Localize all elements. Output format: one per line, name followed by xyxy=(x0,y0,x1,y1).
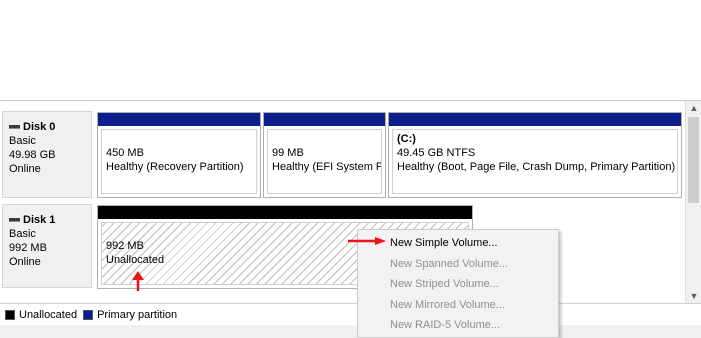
partition-recovery[interactable]: 450 MB Healthy (Recovery Partition) xyxy=(97,112,261,198)
partition-size: 99 MB xyxy=(272,147,304,159)
partition-status: Healthy (Recovery Partition) xyxy=(106,161,244,173)
legend-primary-label: Primary partition xyxy=(97,308,178,321)
partition-efi[interactable]: 99 MB Healthy (EFI System Pa xyxy=(263,112,386,198)
disk-icon xyxy=(9,218,20,222)
disk-1-name-text: Disk 1 xyxy=(23,214,56,226)
disk-0-status: Online xyxy=(9,163,41,175)
upper-volume-list-pane xyxy=(0,0,701,100)
scrollbar-thumb[interactable] xyxy=(688,117,699,203)
disk-icon xyxy=(9,125,20,129)
disk-1-status: Online xyxy=(9,256,41,268)
disk-1-type: Basic xyxy=(9,228,36,240)
menu-item-new-striped-volume[interactable]: New Striped Volume... xyxy=(358,274,558,295)
disk-1-name: Disk 1 xyxy=(9,213,91,227)
partition-size: 450 MB xyxy=(106,147,144,159)
vertical-scrollbar[interactable]: ▲ ▼ xyxy=(685,101,701,303)
disk-map-pane: Disk 0 Basic 49.98 GB Online 450 MB Heal… xyxy=(0,101,685,303)
legend-unallocated-label: Unallocated xyxy=(19,308,78,321)
menu-item-new-spanned-volume[interactable]: New Spanned Volume... xyxy=(358,254,558,275)
legend-bar: Unallocated Primary partition xyxy=(0,303,701,325)
disk-0-name: Disk 0 xyxy=(9,120,91,134)
menu-item-new-mirrored-volume[interactable]: New Mirrored Volume... xyxy=(358,295,558,316)
menu-item-new-simple-volume[interactable]: New Simple Volume... xyxy=(358,233,558,254)
legend-primary: Primary partition xyxy=(83,309,177,321)
legend-unallocated: Unallocated xyxy=(5,309,77,321)
menu-item-new-raid5-volume[interactable]: New RAID-5 Volume... xyxy=(358,315,558,336)
primary-partition-swatch xyxy=(83,309,94,320)
unallocated-swatch xyxy=(5,309,15,320)
partition-c-body: (C:) 49.45 GB NTFS Healthy (Boot, Page F… xyxy=(392,129,678,194)
chevron-down-icon[interactable]: ▼ xyxy=(686,289,701,303)
partition-color-bar xyxy=(389,113,681,126)
disk-0-size: 49.98 GB xyxy=(9,149,56,161)
disk-0-name-text: Disk 0 xyxy=(23,121,56,133)
partition-size: 49.45 GB NTFS xyxy=(397,147,476,159)
partition-status: Healthy (EFI System Pa xyxy=(272,161,382,173)
chevron-up-icon[interactable]: ▲ xyxy=(686,101,701,115)
partition-color-bar xyxy=(98,113,260,126)
partition-color-bar xyxy=(264,113,385,126)
partition-c-drive[interactable]: (C:) 49.45 GB NTFS Healthy (Boot, Page F… xyxy=(388,112,682,198)
context-menu: New Simple Volume... New Spanned Volume.… xyxy=(357,229,559,338)
partition-efi-body: 99 MB Healthy (EFI System Pa xyxy=(267,129,382,194)
disk-0-type: Basic xyxy=(9,135,36,147)
disk-1-label[interactable]: Disk 1 Basic 992 MB Online xyxy=(2,204,92,288)
partition-status: Healthy (Boot, Page File, Crash Dump, Pr… xyxy=(397,161,676,173)
disk-0-label[interactable]: Disk 0 Basic 49.98 GB Online xyxy=(2,111,92,198)
disk-1-size: 992 MB xyxy=(9,242,47,254)
partition-volume-name: (C:) xyxy=(397,133,416,145)
partition-color-bar xyxy=(98,206,472,219)
red-arrow-up-icon xyxy=(132,271,144,291)
partition-recovery-body: 450 MB Healthy (Recovery Partition) xyxy=(101,129,257,194)
status-strip xyxy=(0,325,701,338)
red-arrow-right-icon xyxy=(348,237,386,245)
